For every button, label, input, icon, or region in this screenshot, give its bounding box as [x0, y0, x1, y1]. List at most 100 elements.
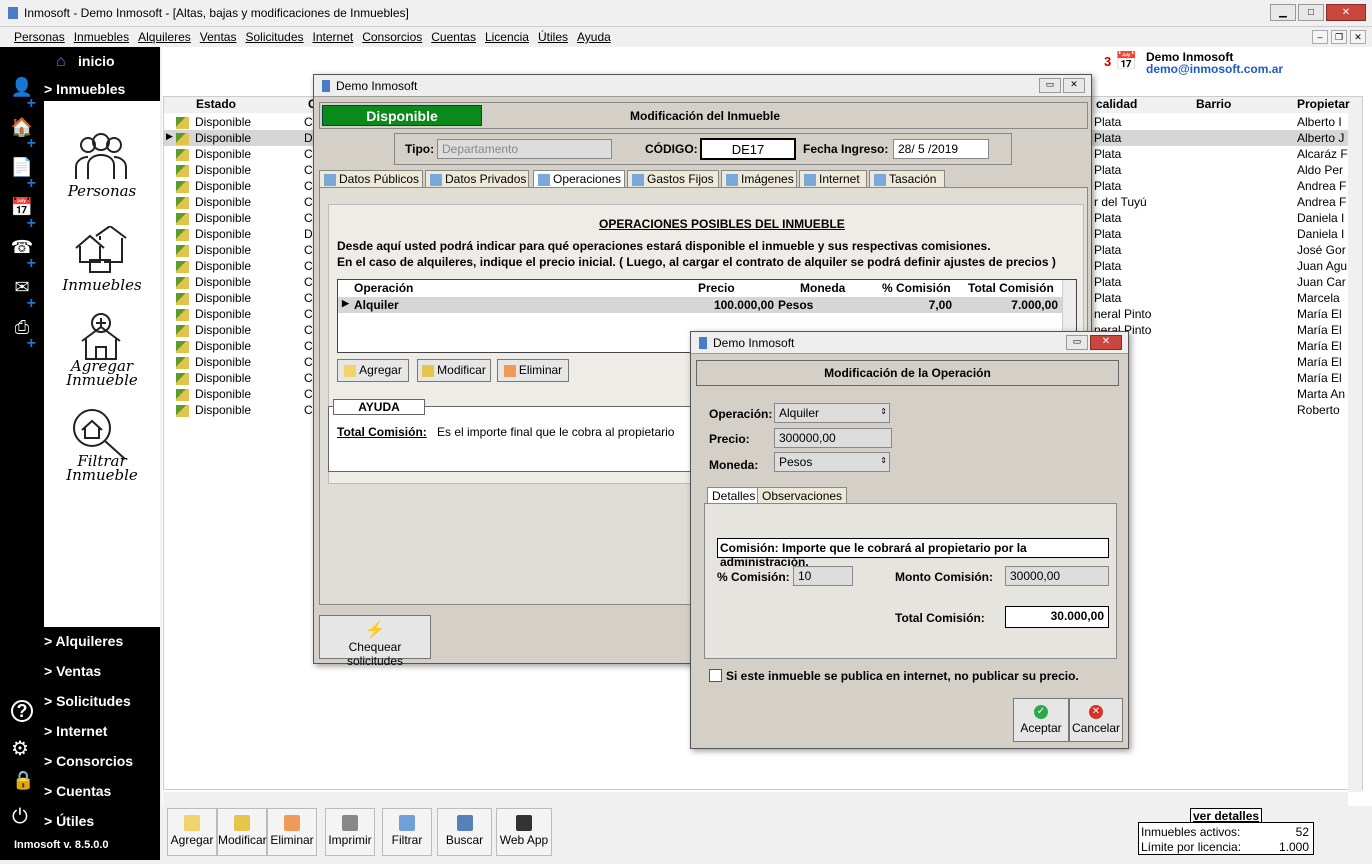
menu-item[interactable]: Internet	[313, 30, 354, 44]
operation-dialog-maximize[interactable]: ▭	[1066, 335, 1088, 350]
row-propietario: María El	[1297, 323, 1342, 337]
delete-icon	[284, 815, 300, 831]
row-c: C	[304, 387, 313, 401]
menu-item[interactable]: Alquileres	[138, 30, 191, 44]
menu-item[interactable]: Solicitudes	[245, 30, 303, 44]
property-dialog-close[interactable]: ✕	[1063, 78, 1085, 93]
toolbar-webapp-button[interactable]: Web App	[496, 808, 552, 856]
col-localidad[interactable]: calidad	[1096, 97, 1137, 111]
aceptar-button[interactable]: ✓ Aceptar	[1013, 698, 1069, 742]
sidebar-link-internet[interactable]: > Internet	[44, 723, 107, 739]
operation-dialog-close[interactable]: ✕	[1090, 335, 1122, 350]
calendar-icon[interactable]: 📅	[1115, 51, 1137, 71]
close-button[interactable]: ✕	[1326, 4, 1366, 21]
operacion-select[interactable]: Alquiler ⇕	[774, 403, 890, 423]
add-icon	[184, 815, 200, 831]
menu-item[interactable]: Licencia	[485, 30, 529, 44]
add-property-icon[interactable]: 🏠 +	[0, 117, 44, 157]
toolbar-filtrar-button[interactable]: Filtrar	[382, 808, 432, 856]
gear-icon[interactable]: ⚙	[11, 736, 29, 761]
add-event-icon[interactable]: 📅 +	[0, 197, 44, 237]
sidebar-item-agregar[interactable]: Agregar Inmueble	[44, 359, 160, 388]
precio-field[interactable]: 300000,00	[774, 428, 892, 448]
toolbar-agregar-button[interactable]: Agregar	[167, 808, 217, 856]
menu-item[interactable]: Ventas	[200, 30, 237, 44]
people-icon[interactable]	[70, 133, 132, 181]
pct-comision-field[interactable]: 10	[793, 566, 853, 586]
sidebar-link-utiles[interactable]: > Útiles	[44, 813, 94, 829]
operacion-row[interactable]: ▶ Alquiler 100.000,00 Pesos 7,00 7.000,0…	[338, 297, 1062, 313]
lock-icon[interactable]: 🔒	[12, 770, 34, 791]
sidebar-link-consorcios[interactable]: > Consorcios	[44, 753, 133, 769]
tab-tasación[interactable]: Tasación	[869, 170, 945, 188]
toolbar-imprimir-button[interactable]: Imprimir	[325, 808, 375, 856]
operacion-label: Operación:	[709, 407, 773, 421]
toolbar-eliminar-button[interactable]: Eliminar	[267, 808, 317, 856]
total-comision-field[interactable]: 30.000,00	[1005, 606, 1109, 628]
minimize-button[interactable]: ▁	[1270, 4, 1296, 21]
toolbar-modificar-button[interactable]: Modificar	[217, 808, 267, 856]
houses-icon[interactable]	[74, 224, 128, 274]
property-dialog-maximize[interactable]: ▭	[1039, 78, 1061, 93]
sidebar-link-alquileres[interactable]: > Alquileres	[44, 633, 123, 649]
tab-datos-públicos[interactable]: Datos Públicos	[319, 170, 423, 188]
user-email[interactable]: demo@inmosoft.com.ar	[1146, 62, 1283, 76]
whatsapp-icon[interactable]: ☎ +	[0, 237, 44, 277]
menu-item[interactable]: Personas	[14, 30, 65, 44]
home-icon[interactable]: ⌂	[56, 53, 66, 71]
sidebar-item-filtrar[interactable]: Filtrar Inmueble	[44, 454, 160, 483]
row-c: C	[304, 355, 313, 369]
toolbar-buscar-button[interactable]: Buscar	[437, 808, 492, 856]
row-c: C	[304, 243, 313, 257]
mdi-restore-button[interactable]: ❐	[1331, 30, 1347, 44]
row-status: Disponible	[176, 323, 251, 337]
sidebar-item-personas[interactable]: Personas	[44, 182, 160, 200]
fecha-field[interactable]: 28/ 5 /2019	[893, 139, 989, 159]
menu-item[interactable]: Consorcios	[362, 30, 422, 44]
grid-vscrollbar[interactable]	[1348, 112, 1362, 792]
power-icon[interactable]: ⏻	[12, 806, 28, 829]
chequear-solicitudes-button[interactable]: ⚡ Chequear solicitudes	[319, 615, 431, 668]
help-icon[interactable]: ?	[11, 700, 33, 722]
no-publicar-precio-checkbox[interactable]	[709, 669, 722, 682]
print-icon[interactable]: ⎙ +	[0, 317, 44, 357]
menu-item[interactable]: Ayuda	[577, 30, 611, 44]
tab-datos-privados[interactable]: Datos Privados	[425, 170, 529, 188]
col-barrio[interactable]: Barrio	[1196, 97, 1231, 111]
notification-count[interactable]: 3	[1104, 54, 1111, 69]
maximize-button[interactable]: □	[1298, 4, 1324, 21]
operacion-agregar-button[interactable]: Agregar	[337, 359, 409, 382]
sidebar-link-cuentas[interactable]: > Cuentas	[44, 783, 111, 799]
monto-comision-field[interactable]: 30000,00	[1005, 566, 1109, 586]
sidebar-item-inmuebles[interactable]: Inmuebles	[44, 276, 160, 294]
sidebar-link-solicitudes[interactable]: > Solicitudes	[44, 693, 131, 709]
tab-imágenes[interactable]: Imágenes	[721, 170, 797, 188]
row-propietario: Andrea F	[1297, 179, 1347, 193]
tab-operaciones[interactable]: Operaciones	[533, 170, 625, 188]
col-estado[interactable]: Estado	[196, 97, 236, 111]
sidebar-section-inmuebles[interactable]: > Inmuebles	[44, 81, 125, 97]
add-person-icon[interactable]: 👤 +	[0, 77, 44, 117]
operacion-eliminar-button[interactable]: Eliminar	[497, 359, 569, 382]
tipo-select[interactable]: Departamento	[437, 139, 612, 159]
col-propietario[interactable]: Propietar	[1297, 97, 1350, 111]
operacion-modificar-button[interactable]: Modificar	[417, 359, 491, 382]
tab-gastos-fijos[interactable]: Gastos Fijos	[627, 170, 719, 188]
mdi-minimize-button[interactable]: –	[1312, 30, 1328, 44]
cancelar-button[interactable]: ✕ Cancelar	[1069, 698, 1123, 742]
menu-item[interactable]: Cuentas	[431, 30, 476, 44]
mdi-close-button[interactable]: ✕	[1350, 30, 1366, 44]
codigo-field[interactable]: DE17	[700, 138, 796, 160]
sidebar-link-ventas[interactable]: > Ventas	[44, 663, 101, 679]
add-house-icon[interactable]	[78, 313, 124, 361]
mail-icon[interactable]: ✉ +	[0, 277, 44, 317]
tab-internet[interactable]: Internet	[799, 170, 867, 188]
add-document-icon[interactable]: 📄 +	[0, 157, 44, 197]
sidebar-home[interactable]: inicio	[78, 53, 115, 69]
moneda-select[interactable]: Pesos ⇕	[774, 452, 890, 472]
grid-hscrollbar[interactable]	[163, 792, 1348, 806]
row-status: Disponible	[176, 275, 251, 289]
detalles-panel: Comisión: Importe que le cobrará al prop…	[704, 503, 1117, 659]
menu-item[interactable]: Inmuebles	[74, 30, 129, 44]
menu-item[interactable]: Útiles	[538, 30, 568, 44]
